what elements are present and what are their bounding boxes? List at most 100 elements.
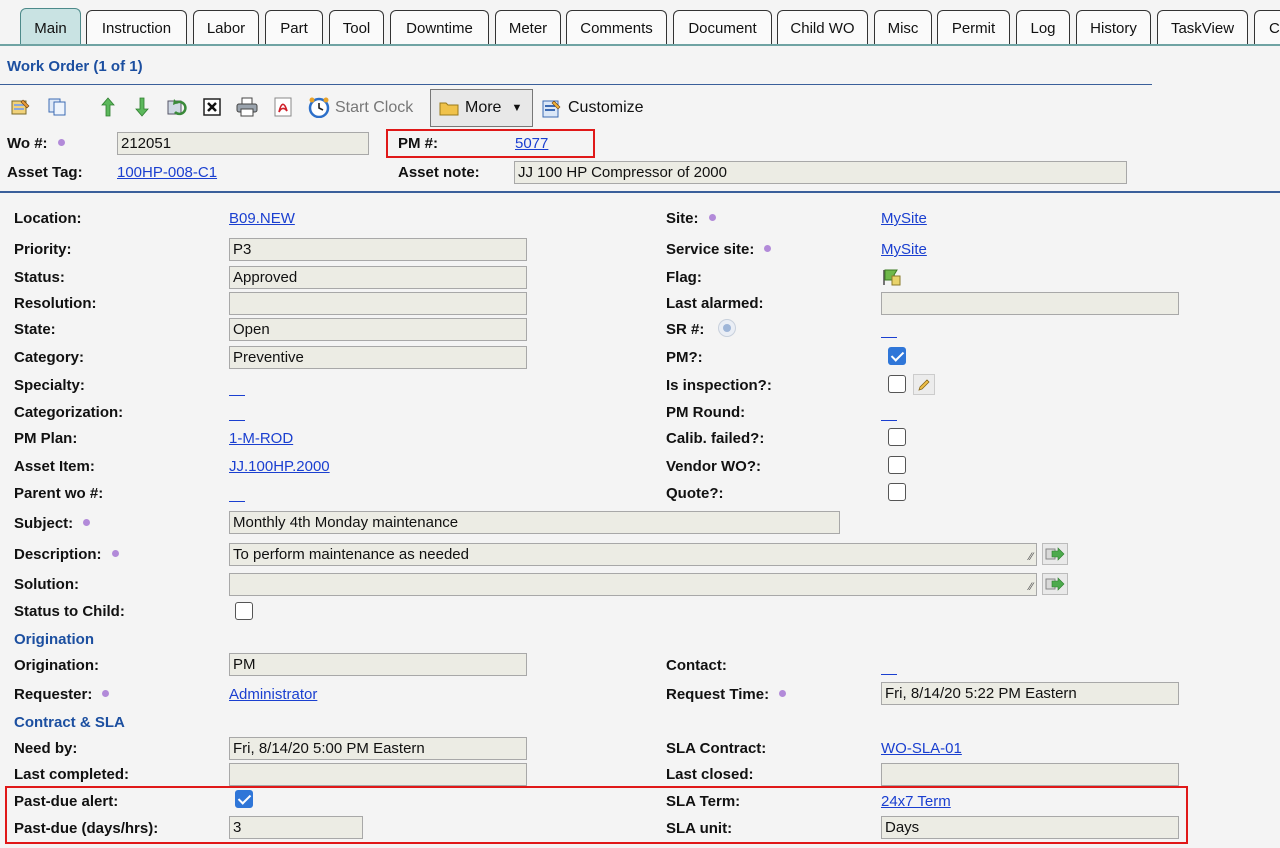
flag-icon[interactable]: [881, 268, 901, 289]
parent-wo-link[interactable]: [229, 501, 245, 502]
specialty-link[interactable]: [229, 395, 245, 396]
refresh-icon[interactable]: [166, 96, 188, 118]
tab-labor[interactable]: Labor: [193, 10, 259, 44]
tab-document[interactable]: Document: [673, 10, 772, 44]
past-due-alert-checkbox[interactable]: [235, 790, 253, 808]
calib-failed-label: Calib. failed?:: [666, 430, 765, 447]
wo-number-label: Wo #:: [7, 135, 65, 152]
is-inspection-label: Is inspection?:: [666, 377, 772, 394]
tab-meter[interactable]: Meter: [495, 10, 561, 44]
sla-contract-link[interactable]: WO-SLA-01: [881, 740, 962, 757]
service-site-label: Service site:: [666, 241, 772, 258]
is-inspection-checkbox[interactable]: [888, 375, 906, 393]
arrow-down-icon[interactable]: [131, 96, 153, 118]
delete-icon[interactable]: [201, 96, 223, 118]
pm-checkbox[interactable]: [888, 347, 906, 365]
sla-unit-field[interactable]: Days: [881, 816, 1179, 839]
pdf-icon[interactable]: [272, 96, 294, 118]
vendor-wo-checkbox[interactable]: [888, 456, 906, 474]
tab-history[interactable]: History: [1076, 10, 1151, 44]
location-label: Location:: [14, 210, 82, 227]
resize-grip-icon[interactable]: ⁄⁄: [1029, 582, 1033, 593]
past-due-days-field[interactable]: 3: [229, 816, 363, 839]
contract-sla-section-title: Contract & SLA: [14, 714, 125, 731]
tab-misc[interactable]: Misc: [874, 10, 932, 44]
customize-button[interactable]: Customize: [542, 89, 644, 127]
edit-icon[interactable]: [10, 96, 32, 118]
description-go-icon[interactable]: [1042, 543, 1068, 565]
wo-number-field[interactable]: 212051: [117, 132, 369, 155]
status-to-child-checkbox[interactable]: [235, 602, 253, 620]
location-link[interactable]: B09.NEW: [229, 210, 295, 227]
pm-question-label: PM?:: [666, 349, 703, 366]
tab-permit[interactable]: Permit: [937, 10, 1010, 44]
category-field[interactable]: Preventive: [229, 346, 527, 369]
last-closed-field[interactable]: [881, 763, 1179, 786]
requester-link[interactable]: Administrator: [229, 686, 317, 703]
tab-taskview[interactable]: TaskView: [1157, 10, 1248, 44]
info-icon[interactable]: [718, 319, 736, 337]
vendor-wo-label: Vendor WO?:: [666, 458, 761, 475]
state-label: State:: [14, 321, 56, 338]
sla-term-link[interactable]: 24x7 Term: [881, 793, 951, 810]
tab-part[interactable]: Part: [265, 10, 323, 44]
asset-note-label: Asset note:: [398, 164, 480, 181]
request-time-field[interactable]: Fri, 8/14/20 5:22 PM Eastern: [881, 682, 1179, 705]
pencil-icon[interactable]: [913, 374, 935, 395]
calib-failed-checkbox[interactable]: [888, 428, 906, 446]
categorization-label: Categorization:: [14, 404, 124, 421]
arrow-up-icon[interactable]: [97, 96, 119, 118]
parent-wo-label: Parent wo #:: [14, 485, 104, 502]
tab-cu[interactable]: Cu: [1254, 10, 1280, 44]
pm-round-link[interactable]: [881, 420, 897, 421]
site-link[interactable]: MySite: [881, 210, 927, 227]
last-alarmed-field[interactable]: [881, 292, 1179, 315]
pm-round-label: PM Round:: [666, 404, 746, 421]
solution-field[interactable]: ⁄⁄: [229, 573, 1037, 596]
folder-icon: [439, 100, 459, 116]
priority-label: Priority:: [14, 241, 72, 258]
resize-grip-icon[interactable]: ⁄⁄: [1029, 552, 1033, 563]
tab-child-wo[interactable]: Child WO: [777, 10, 868, 44]
description-field[interactable]: To perform maintenance as needed ⁄⁄: [229, 543, 1037, 566]
need-by-field[interactable]: Fri, 8/14/20 5:00 PM Eastern: [229, 737, 527, 760]
tab-comments[interactable]: Comments: [566, 10, 667, 44]
asset-tag-link[interactable]: 100HP-008-C1: [117, 164, 217, 181]
toolbar: Start Clock More ▼ Customize: [0, 89, 700, 127]
asset-note-field[interactable]: JJ 100 HP Compressor of 2000: [514, 161, 1127, 184]
tab-main[interactable]: Main: [20, 8, 81, 44]
subject-field[interactable]: Monthly 4th Monday maintenance: [229, 511, 840, 534]
asset-item-link[interactable]: JJ.100HP.2000: [229, 458, 330, 475]
required-dot: [83, 518, 91, 526]
print-icon[interactable]: [236, 96, 258, 118]
chevron-down-icon: ▼: [511, 102, 523, 114]
asset-tag-label: Asset Tag:: [7, 164, 83, 181]
pm-plan-link[interactable]: 1-M-ROD: [229, 430, 293, 447]
tab-downtime[interactable]: Downtime: [390, 10, 489, 44]
priority-field[interactable]: P3: [229, 238, 527, 261]
status-field[interactable]: Approved: [229, 266, 527, 289]
quote-checkbox[interactable]: [888, 483, 906, 501]
start-clock-button[interactable]: Start Clock: [335, 89, 413, 127]
resolution-field[interactable]: [229, 292, 527, 315]
sr-number-link[interactable]: [881, 337, 897, 338]
pm-number-label: PM #:: [398, 135, 439, 152]
service-site-link[interactable]: MySite: [881, 241, 927, 258]
sr-number-label: SR #:: [666, 321, 705, 338]
tab-tool[interactable]: Tool: [329, 10, 384, 44]
tab-instruction[interactable]: Instruction: [86, 10, 187, 44]
origination-section-title: Origination: [14, 631, 94, 648]
tab-log[interactable]: Log: [1016, 10, 1070, 44]
origination-field[interactable]: PM: [229, 653, 527, 676]
clock-icon[interactable]: [308, 96, 330, 118]
past-due-days-label: Past-due (days/hrs):: [14, 820, 159, 837]
customize-icon: [542, 98, 562, 118]
categorization-link[interactable]: [229, 420, 245, 421]
pm-number-link[interactable]: 5077: [515, 135, 548, 152]
contact-link[interactable]: [881, 674, 897, 675]
more-button[interactable]: More ▼: [430, 89, 533, 127]
last-completed-field[interactable]: [229, 763, 527, 786]
copy-icon[interactable]: [46, 96, 68, 118]
solution-go-icon[interactable]: [1042, 573, 1068, 595]
state-field[interactable]: Open: [229, 318, 527, 341]
